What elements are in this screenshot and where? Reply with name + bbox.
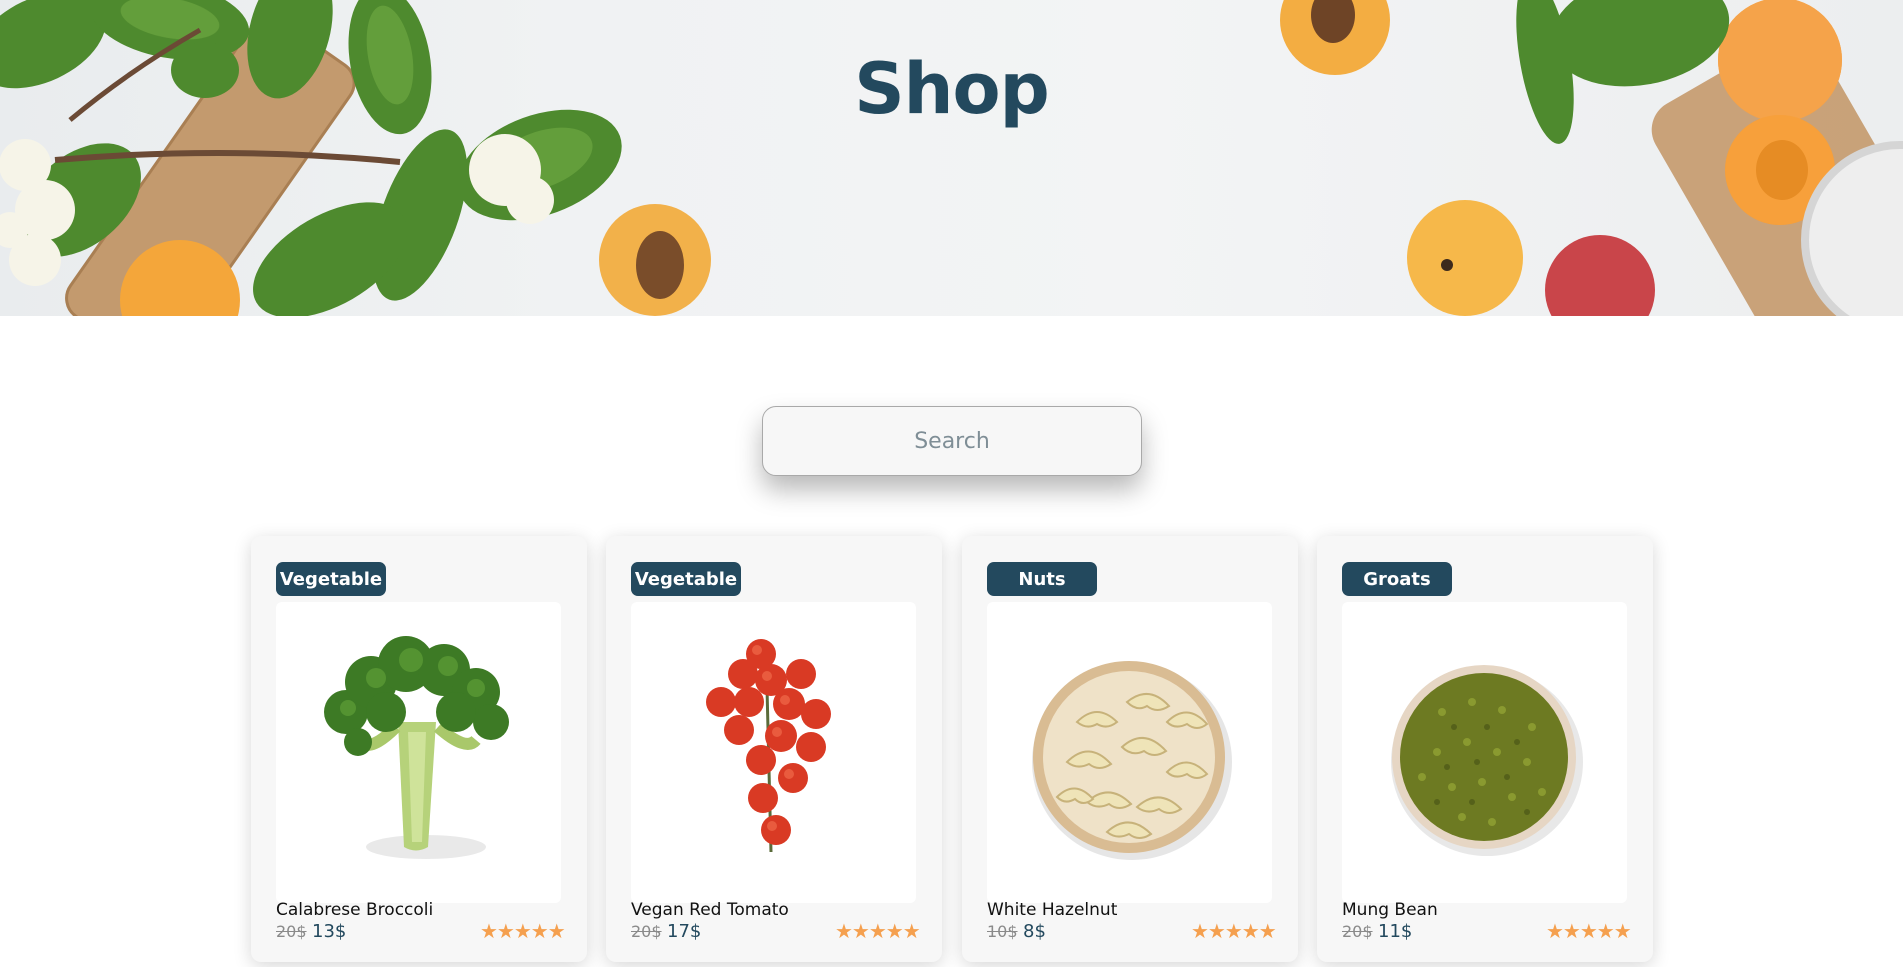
product-card[interactable]: Vegetable Vegan Red Tomato 20$ 17$ ★★★★★ xyxy=(606,536,942,962)
search-input[interactable] xyxy=(763,407,1141,475)
product-image[interactable] xyxy=(276,602,561,903)
product-price: 11$ xyxy=(1378,921,1413,942)
broccoli-image xyxy=(324,636,509,859)
rating-stars: ★★★★★ xyxy=(480,919,566,943)
category-badge: Vegetable xyxy=(276,562,386,596)
mung-bean-bowl-image xyxy=(1391,665,1583,856)
product-image[interactable] xyxy=(631,602,916,903)
product-name[interactable]: Calabrese Broccoli xyxy=(276,900,433,920)
page-title: Shop xyxy=(854,48,1049,130)
product-card[interactable]: Vegetable Calabrese Broccoli 20$ 13$ ★★★… xyxy=(251,536,587,962)
product-name[interactable]: White Hazelnut xyxy=(987,900,1117,920)
product-card[interactable]: Groats Mung Bean 20$ 11$ ★★★★★ xyxy=(1317,536,1653,962)
product-card[interactable]: Nuts White Hazelnut 10$ 8$ ★★★★★ xyxy=(962,536,1298,962)
product-image[interactable] xyxy=(1342,602,1627,903)
category-badge: Nuts xyxy=(987,562,1097,596)
tomato-image xyxy=(706,639,831,853)
rating-stars: ★★★★★ xyxy=(835,919,921,943)
product-price: 8$ xyxy=(1023,921,1046,942)
rating-stars: ★★★★★ xyxy=(1191,919,1277,943)
product-price: 13$ xyxy=(312,921,347,942)
product-old-price: 20$ xyxy=(1342,922,1373,941)
category-badge: Groats xyxy=(1342,562,1452,596)
rating-stars: ★★★★★ xyxy=(1546,919,1632,943)
product-image[interactable] xyxy=(987,602,1272,903)
search-box xyxy=(762,406,1142,476)
product-price: 17$ xyxy=(667,921,702,942)
product-old-price: 20$ xyxy=(631,922,662,941)
hero-banner: Shop xyxy=(0,0,1903,316)
product-old-price: 10$ xyxy=(987,922,1018,941)
category-badge: Vegetable xyxy=(631,562,741,596)
product-old-price: 20$ xyxy=(276,922,307,941)
cashew-bowl-image xyxy=(1032,661,1232,860)
product-name[interactable]: Mung Bean xyxy=(1342,900,1438,920)
product-name[interactable]: Vegan Red Tomato xyxy=(631,900,789,920)
